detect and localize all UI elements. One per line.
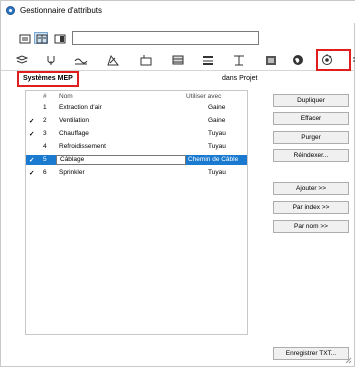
list-header: # Nom Utiliser avec [26, 91, 247, 102]
row-number: 5 [43, 156, 47, 163]
row-number: 1 [43, 104, 47, 111]
column-header-num[interactable]: # [43, 93, 47, 100]
more-icon[interactable] [351, 52, 355, 68]
list-item[interactable]: 4 Refroidissement Tuyau [26, 142, 247, 152]
row-number: 2 [43, 117, 47, 124]
row-name: Sprinkler [59, 169, 85, 176]
delete-button[interactable]: Effacer [273, 112, 349, 125]
row-use-with: Gaine [208, 104, 226, 111]
mep-systems-list[interactable]: # Nom Utiliser avec 1 Extraction d'air Gai… [25, 90, 248, 335]
column-header-name[interactable]: Nom [59, 93, 73, 100]
app-icon [6, 6, 15, 15]
fill-icon[interactable] [105, 52, 121, 68]
list-item[interactable]: ✓ 3 Chauffage Tuyau [26, 129, 247, 139]
row-name: Chauffage [59, 130, 89, 137]
checkmark-icon[interactable]: ✓ [29, 169, 34, 177]
list-item[interactable]: ✓ 5 Câblage Chemin de Câble [26, 155, 247, 165]
add-by-name-button[interactable]: Par nom >> [273, 220, 349, 233]
save-txt-button[interactable]: Enregistrer TXT... [273, 347, 349, 360]
checkmark-icon[interactable]: ✓ [29, 130, 34, 138]
row-use-with: Gaine [208, 117, 226, 124]
profile-icon[interactable] [200, 52, 216, 68]
detail-view-icon[interactable] [52, 32, 66, 44]
row-name: Ventilation [59, 117, 89, 124]
split-view-icon[interactable] [34, 32, 48, 44]
globe-icon[interactable] [290, 52, 306, 68]
checkmark-icon[interactable]: ✓ [29, 117, 34, 125]
search-input[interactable] [72, 31, 259, 45]
list-view-icon[interactable] [17, 32, 31, 44]
surface-icon[interactable] [263, 52, 279, 68]
name-edit-field[interactable]: Câblage [56, 155, 186, 165]
checkmark-icon[interactable]: ✓ [29, 156, 34, 164]
attribute-manager-window: Gestionnaire d'attributs Systèmes MEP da… [0, 0, 355, 367]
attribute-type-tabs [1, 49, 355, 71]
list-item[interactable]: 1 Extraction d'air Gaine [26, 103, 247, 113]
scope-label: dans Projet [222, 75, 258, 82]
row-number: 4 [43, 143, 47, 150]
row-use-with: Chemin de Câble [188, 156, 239, 163]
zone-icon[interactable] [231, 52, 247, 68]
add-by-index-button[interactable]: Par index >> [273, 201, 349, 214]
building-material-icon[interactable] [138, 52, 154, 68]
resize-grip-icon[interactable] [344, 356, 352, 364]
purge-button[interactable]: Purger [273, 131, 349, 144]
duplicate-button[interactable]: Dupliquer [273, 94, 349, 107]
row-use-with: Tuyau [208, 143, 226, 150]
composite-icon[interactable] [170, 52, 186, 68]
row-name: Refroidissement [59, 143, 106, 150]
column-header-use[interactable]: Utiliser avec [186, 93, 221, 100]
mep-systems-icon[interactable] [319, 52, 335, 68]
row-number: 3 [43, 130, 47, 137]
line-type-icon[interactable] [73, 52, 89, 68]
add-button[interactable]: Ajouter >> [273, 182, 349, 195]
pen-icon[interactable] [43, 52, 59, 68]
title-bar: Gestionnaire d'attributs [1, 1, 355, 23]
list-item[interactable]: ✓ 6 Sprinkler Tuyau [26, 168, 247, 178]
row-use-with: Tuyau [208, 169, 226, 176]
reindex-button[interactable]: Réindexer... [273, 149, 349, 162]
row-use-with: Tuyau [208, 130, 226, 137]
row-name: Extraction d'air [59, 104, 102, 111]
window-title: Gestionnaire d'attributs [20, 6, 103, 15]
layers-icon[interactable] [14, 52, 30, 68]
row-number: 6 [43, 169, 47, 176]
section-title: Systèmes MEP [23, 75, 73, 82]
list-item[interactable]: ✓ 2 Ventilation Gaine [26, 116, 247, 126]
